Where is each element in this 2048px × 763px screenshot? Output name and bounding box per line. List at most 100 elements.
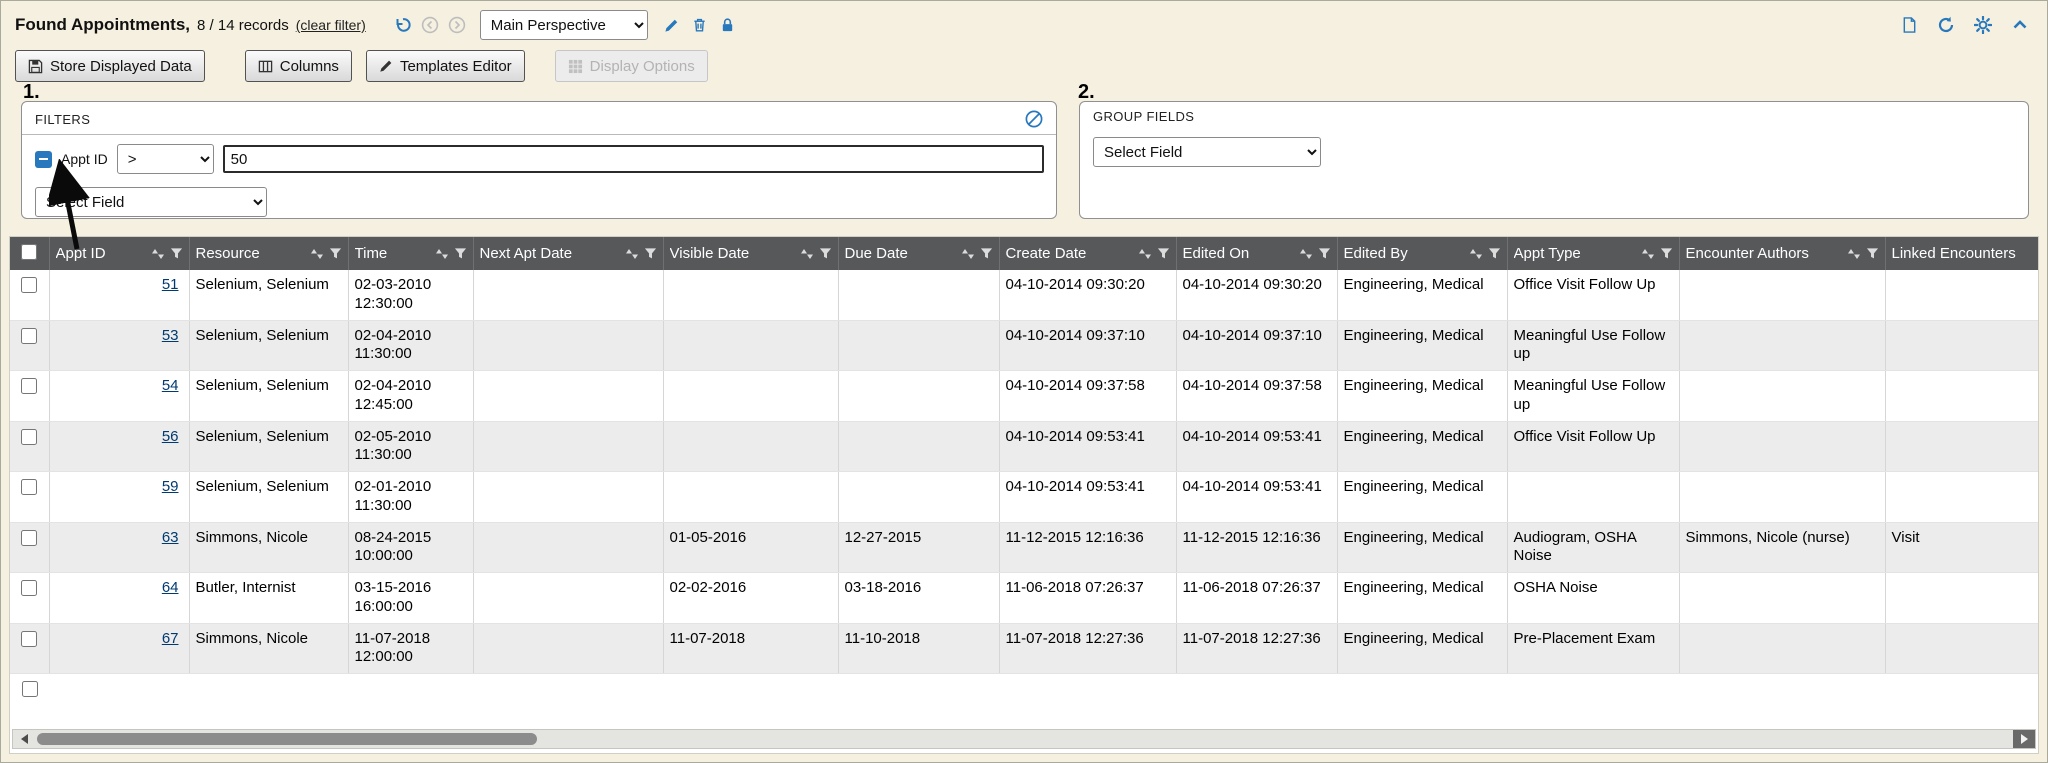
resource-cell: Selenium, Selenium [189, 421, 348, 472]
column-header[interactable]: Edited By [1337, 237, 1507, 270]
filter-value-input[interactable] [223, 145, 1044, 173]
window-action-icons [1901, 16, 2029, 34]
templates-editor-button[interactable]: Templates Editor [366, 50, 525, 82]
due-date-cell: 12-27-2015 [838, 522, 999, 573]
due-date-cell [838, 320, 999, 371]
table-row: 51 Selenium, Selenium 02-03-2010 12:30:0… [10, 270, 2039, 320]
trash-icon[interactable] [692, 17, 707, 33]
lock-icon[interactable] [720, 17, 735, 33]
gear-icon[interactable] [1974, 16, 1992, 34]
filter-funnel-icon[interactable] [1318, 247, 1331, 260]
resource-cell: Selenium, Selenium [189, 371, 348, 422]
sort-icon[interactable] [435, 248, 449, 260]
empty-row-select-cell [10, 674, 49, 709]
appt-type-cell: Pre-Placement Exam [1507, 623, 1679, 674]
filter-funnel-icon[interactable] [1157, 247, 1170, 260]
column-header[interactable]: Encounter Authors [1679, 237, 1885, 270]
add-filter-field-select[interactable]: Select Field [35, 187, 267, 217]
sort-icon[interactable] [1138, 248, 1152, 260]
sort-icon[interactable] [1641, 248, 1655, 260]
time-cell: 02-03-2010 12:30:00 [348, 270, 473, 320]
filter-funnel-icon[interactable] [170, 247, 183, 260]
row-checkbox[interactable] [21, 530, 37, 546]
table-row: 53 Selenium, Selenium 02-04-2010 11:30:0… [10, 320, 2039, 371]
column-header[interactable]: Create Date [999, 237, 1176, 270]
records-count: 8 / 14 records [197, 17, 289, 34]
time-cell: 03-15-2016 16:00:00 [348, 573, 473, 624]
appt-id-link[interactable]: 51 [162, 276, 179, 293]
filter-operator-select[interactable]: > [117, 144, 214, 174]
column-header[interactable]: Due Date [838, 237, 999, 270]
clear-filter-link[interactable]: (clear filter) [296, 17, 366, 33]
sort-icon[interactable] [1299, 248, 1313, 260]
column-header[interactable]: Visible Date [663, 237, 838, 270]
row-select-cell [10, 472, 49, 523]
column-header[interactable]: Linked Encounters [1885, 237, 2039, 270]
scrollbar-thumb[interactable] [37, 733, 537, 745]
select-all-checkbox[interactable] [21, 244, 37, 260]
remove-filter-minus-icon[interactable] [35, 151, 52, 168]
column-header[interactable]: Edited On [1176, 237, 1337, 270]
sort-icon[interactable] [1469, 248, 1483, 260]
row-checkbox[interactable] [22, 681, 38, 697]
next-apt-date-cell [473, 320, 663, 371]
column-header[interactable]: Next Apt Date [473, 237, 663, 270]
appt-id-link[interactable]: 59 [162, 478, 179, 495]
perspective-select[interactable]: Main Perspective [480, 10, 648, 40]
appt-id-link[interactable]: 53 [162, 327, 179, 344]
collapse-chevron-icon[interactable] [2011, 16, 2029, 34]
filter-funnel-icon[interactable] [329, 247, 342, 260]
appt-id-link[interactable]: 54 [162, 377, 179, 394]
sort-icon[interactable] [151, 248, 165, 260]
filter-funnel-icon[interactable] [1866, 247, 1879, 260]
pencil-icon[interactable] [664, 18, 679, 33]
circle-slash-icon[interactable] [1024, 109, 1044, 129]
row-checkbox[interactable] [21, 429, 37, 445]
appt-id-link[interactable]: 63 [162, 529, 179, 546]
filter-funnel-icon[interactable] [819, 247, 832, 260]
column-header-label: Appt Type [1514, 245, 1581, 262]
row-checkbox[interactable] [21, 580, 37, 596]
visible-date-cell: 11-07-2018 [663, 623, 838, 674]
row-checkbox[interactable] [21, 277, 37, 293]
row-checkbox[interactable] [21, 631, 37, 647]
sort-icon[interactable] [625, 248, 639, 260]
sort-icon[interactable] [310, 248, 324, 260]
filter-funnel-icon[interactable] [980, 247, 993, 260]
row-checkbox[interactable] [21, 378, 37, 394]
column-header[interactable]: Appt Type [1507, 237, 1679, 270]
new-document-icon[interactable] [1901, 16, 1918, 34]
sort-icon[interactable] [800, 248, 814, 260]
refresh-icon[interactable] [1937, 16, 1955, 34]
filter-funnel-icon[interactable] [1660, 247, 1673, 260]
columns-button[interactable]: Columns [245, 50, 352, 82]
column-header[interactable]: Appt ID [49, 237, 189, 270]
appt-id-link[interactable]: 67 [162, 630, 179, 647]
encounter-authors-cell: Simmons, Nicole (nurse) [1679, 522, 1885, 573]
group-fields-heading: GROUP FIELDS [1093, 109, 1194, 124]
filter-funnel-icon[interactable] [644, 247, 657, 260]
encounter-authors-cell [1679, 623, 1885, 674]
group-field-select[interactable]: Select Field [1093, 137, 1321, 167]
row-checkbox[interactable] [21, 479, 37, 495]
filter-funnel-icon[interactable] [454, 247, 467, 260]
filter-funnel-icon[interactable] [1488, 247, 1501, 260]
scroll-left-arrow-icon[interactable] [13, 730, 35, 748]
sort-icon[interactable] [1847, 248, 1861, 260]
undo-icon[interactable] [394, 16, 412, 34]
row-checkbox[interactable] [21, 328, 37, 344]
table-row: 54 Selenium, Selenium 02-04-2010 12:45:0… [10, 371, 2039, 422]
header-bar: Found Appointments, 8 / 14 records (clea… [15, 7, 2031, 43]
scroll-right-arrow-icon[interactable] [2013, 730, 2035, 748]
store-displayed-data-button[interactable]: Store Displayed Data [15, 50, 205, 82]
column-header[interactable]: Resource [189, 237, 348, 270]
column-header[interactable]: Time [348, 237, 473, 270]
sort-icon[interactable] [961, 248, 975, 260]
resource-cell: Simmons, Nicole [189, 623, 348, 674]
horizontal-scrollbar[interactable] [12, 729, 2036, 749]
appt-id-link[interactable]: 56 [162, 428, 179, 445]
linked-encounters-cell [1885, 320, 2039, 371]
appt-id-link[interactable]: 64 [162, 579, 179, 596]
scrollbar-track[interactable] [35, 730, 2013, 748]
visible-date-cell: 01-05-2016 [663, 522, 838, 573]
